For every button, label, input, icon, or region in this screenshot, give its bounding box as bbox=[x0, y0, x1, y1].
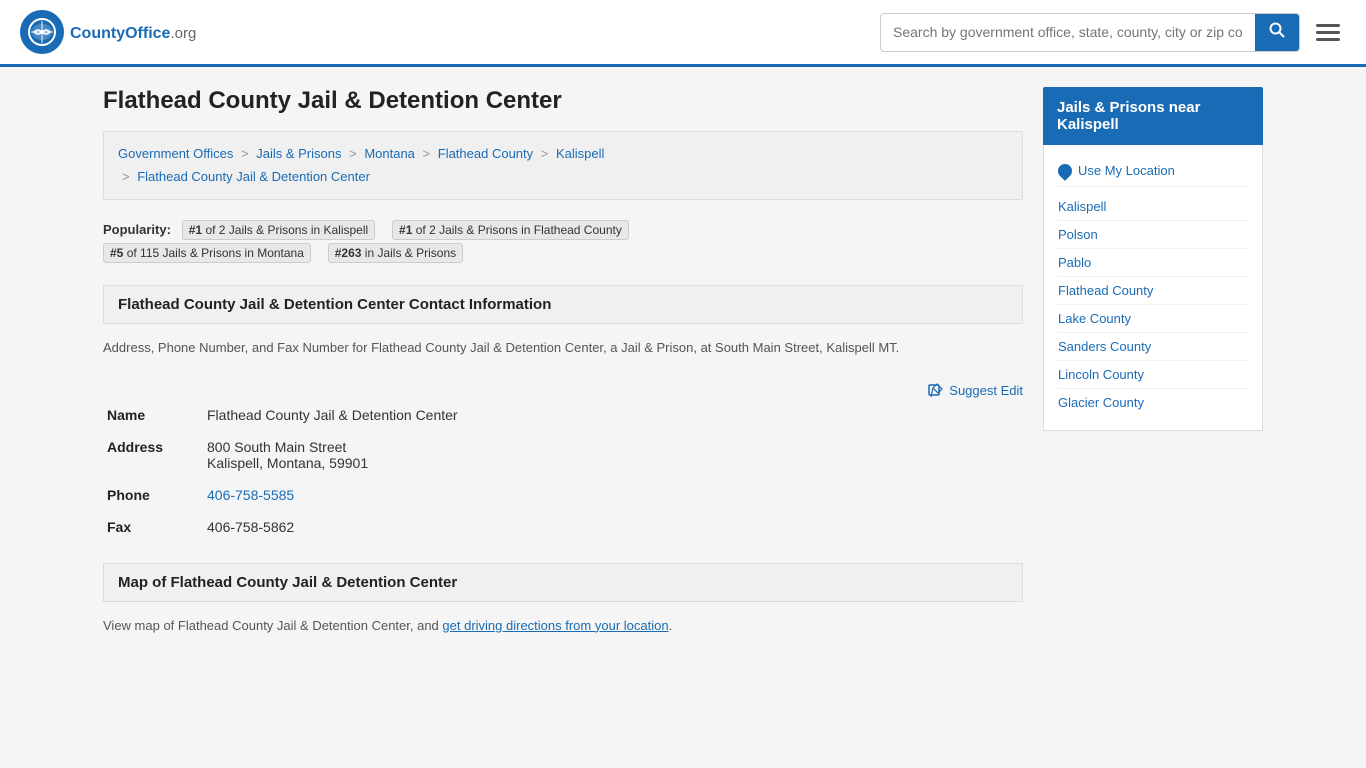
sidebar-link-kalispell[interactable]: Kalispell bbox=[1058, 193, 1248, 221]
breadcrumb-link-kalispell[interactable]: Kalispell bbox=[556, 146, 604, 161]
directions-link[interactable]: get driving directions from your locatio… bbox=[442, 618, 668, 633]
sidebar-link-flathead-county[interactable]: Flathead County bbox=[1058, 277, 1248, 305]
page-title: Flathead County Jail & Detention Center bbox=[103, 87, 1023, 115]
menu-line bbox=[1316, 24, 1340, 27]
popularity-badge-4: #263 in Jails & Prisons bbox=[328, 243, 463, 263]
page-wrapper: Flathead County Jail & Detention Center … bbox=[83, 67, 1283, 657]
fax-label: Fax bbox=[103, 511, 203, 543]
search-bar bbox=[880, 13, 1300, 52]
menu-icon[interactable] bbox=[1310, 18, 1346, 47]
phone-label: Phone bbox=[103, 479, 203, 511]
name-value: Flathead County Jail & Detention Center bbox=[203, 399, 1023, 431]
suggest-edit-link[interactable]: Suggest Edit bbox=[927, 383, 1023, 399]
fax-value: 406-758-5862 bbox=[203, 511, 1023, 543]
sidebar: Jails & Prisons near Kalispell Use My Lo… bbox=[1043, 87, 1263, 431]
sidebar-link-polson[interactable]: Polson bbox=[1058, 221, 1248, 249]
breadcrumb: Government Offices > Jails & Prisons > M… bbox=[103, 131, 1023, 200]
table-row-name: Name Flathead County Jail & Detention Ce… bbox=[103, 399, 1023, 431]
map-desc-prefix: View map of Flathead County Jail & Deten… bbox=[103, 618, 442, 633]
map-section-header: Map of Flathead County Jail & Detention … bbox=[103, 563, 1023, 602]
map-desc-suffix: . bbox=[669, 618, 673, 633]
sidebar-header: Jails & Prisons near Kalispell bbox=[1043, 87, 1263, 145]
main-content: Flathead County Jail & Detention Center … bbox=[103, 87, 1023, 637]
breadcrumb-link-montana[interactable]: Montana bbox=[364, 146, 415, 161]
sidebar-body: Use My Location Kalispell Polson Pablo F… bbox=[1043, 145, 1263, 431]
address-line1: 800 South Main Street bbox=[207, 439, 346, 455]
table-row-fax: Fax 406-758-5862 bbox=[103, 511, 1023, 543]
contact-description: Address, Phone Number, and Fax Number fo… bbox=[103, 338, 1023, 359]
table-row-address: Address 800 South Main Street Kalispell,… bbox=[103, 431, 1023, 479]
use-location-label: Use My Location bbox=[1078, 163, 1175, 178]
use-my-location-link[interactable]: Use My Location bbox=[1058, 155, 1248, 187]
popularity-label: Popularity: bbox=[103, 222, 171, 237]
sidebar-link-lincoln-county[interactable]: Lincoln County bbox=[1058, 361, 1248, 389]
phone-value: 406-758-5585 bbox=[203, 479, 1023, 511]
menu-line bbox=[1316, 31, 1340, 34]
address-label: Address bbox=[103, 431, 203, 479]
sidebar-link-sanders-county[interactable]: Sanders County bbox=[1058, 333, 1248, 361]
contact-table: Name Flathead County Jail & Detention Ce… bbox=[103, 399, 1023, 543]
menu-line bbox=[1316, 38, 1340, 41]
map-description: View map of Flathead County Jail & Deten… bbox=[103, 616, 1023, 637]
site-header: CountyOffice.org bbox=[0, 0, 1366, 67]
sidebar-link-pablo[interactable]: Pablo bbox=[1058, 249, 1248, 277]
table-row-phone: Phone 406-758-5585 bbox=[103, 479, 1023, 511]
phone-link[interactable]: 406-758-5585 bbox=[207, 487, 294, 503]
search-button[interactable] bbox=[1255, 14, 1299, 51]
breadcrumb-link-flathead-county[interactable]: Flathead County bbox=[438, 146, 533, 161]
popularity-badge-1: #1 of 2 Jails & Prisons in Kalispell bbox=[182, 220, 375, 240]
name-label: Name bbox=[103, 399, 203, 431]
address-value: 800 South Main Street Kalispell, Montana… bbox=[203, 431, 1023, 479]
breadcrumb-link-gov-offices[interactable]: Government Offices bbox=[118, 146, 233, 161]
sidebar-heading-line2: Kalispell bbox=[1057, 116, 1119, 133]
popularity-section: Popularity: #1 of 2 Jails & Prisons in K… bbox=[103, 218, 1023, 265]
popularity-badge-3: #5 of 115 Jails & Prisons in Montana bbox=[103, 243, 311, 263]
sidebar-heading-line1: Jails & Prisons near bbox=[1057, 99, 1200, 116]
breadcrumb-link-current[interactable]: Flathead County Jail & Detention Center bbox=[137, 169, 370, 184]
popularity-badge-2: #1 of 2 Jails & Prisons in Flathead Coun… bbox=[392, 220, 629, 240]
breadcrumb-link-jails[interactable]: Jails & Prisons bbox=[256, 146, 341, 161]
logo-area: CountyOffice.org bbox=[20, 10, 196, 54]
search-input[interactable] bbox=[881, 16, 1255, 48]
header-right bbox=[880, 13, 1346, 52]
sidebar-link-lake-county[interactable]: Lake County bbox=[1058, 305, 1248, 333]
contact-info-area: Suggest Edit Name Flathead County Jail &… bbox=[103, 375, 1023, 543]
sidebar-link-glacier-county[interactable]: Glacier County bbox=[1058, 389, 1248, 416]
suggest-edit-label: Suggest Edit bbox=[949, 383, 1023, 398]
logo-icon bbox=[20, 10, 64, 54]
logo-text: CountyOffice.org bbox=[70, 21, 196, 44]
contact-section-header: Flathead County Jail & Detention Center … bbox=[103, 285, 1023, 324]
pin-icon bbox=[1055, 161, 1075, 181]
address-line2: Kalispell, Montana, 59901 bbox=[207, 455, 368, 471]
